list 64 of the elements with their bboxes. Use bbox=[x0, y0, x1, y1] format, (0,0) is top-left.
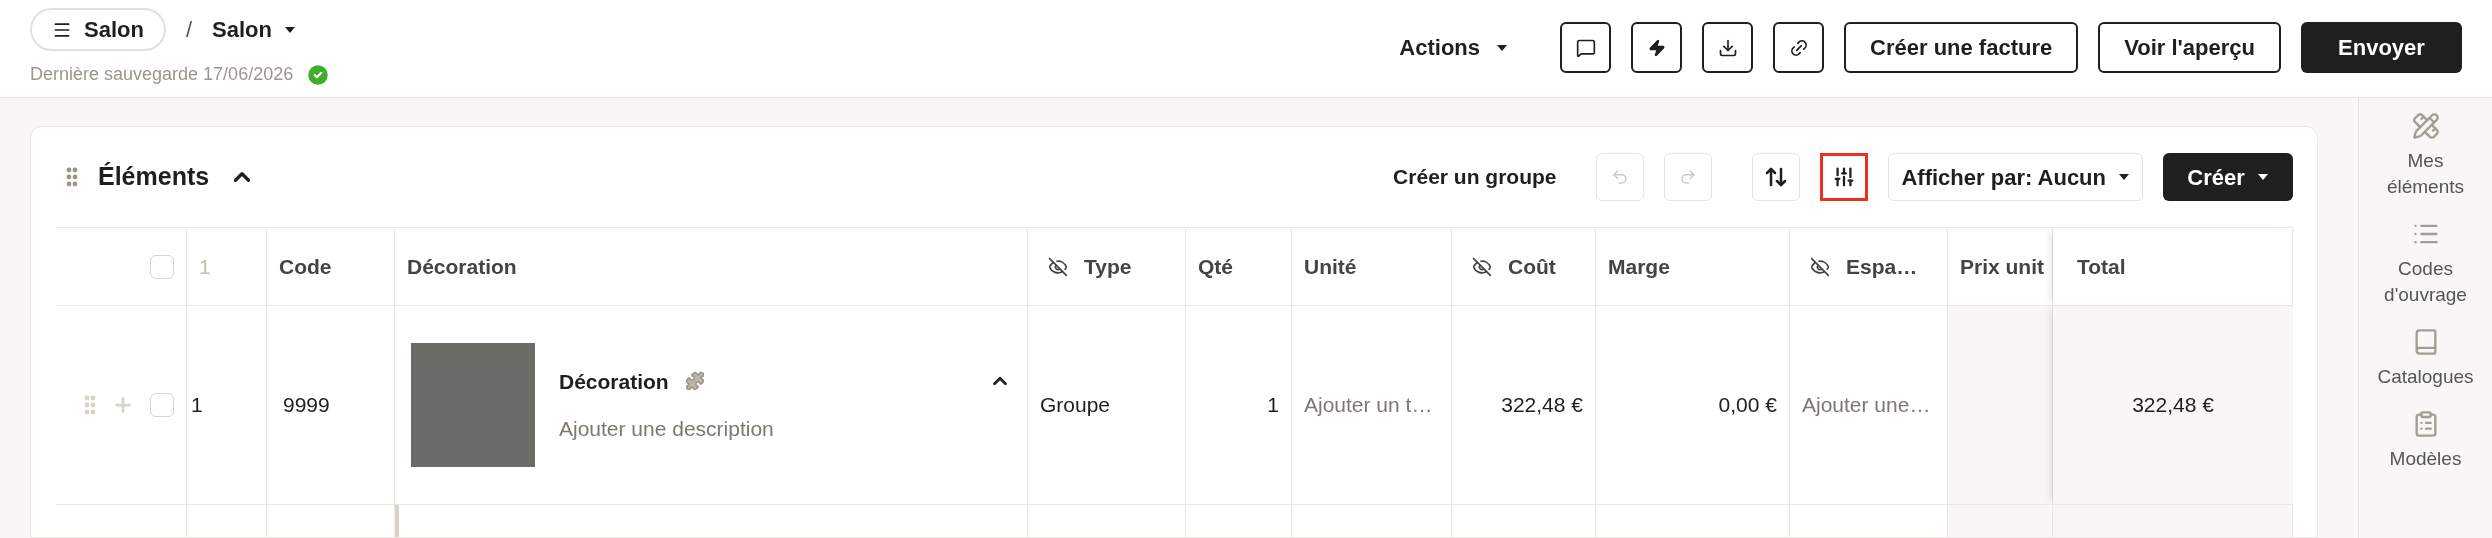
column-header: Décoration bbox=[407, 253, 517, 280]
space-field[interactable]: Ajouter une… bbox=[1802, 389, 1931, 421]
download-icon bbox=[1717, 37, 1738, 58]
eye-off-icon[interactable] bbox=[1048, 256, 1068, 277]
actions-dropdown[interactable]: Actions bbox=[1399, 31, 1509, 64]
column-header: Code bbox=[279, 253, 332, 280]
table-cell-text: 1 bbox=[1267, 392, 1279, 419]
column-settings-button[interactable] bbox=[1820, 153, 1869, 201]
sidebar-item[interactable]: Catalogues bbox=[2365, 328, 2486, 390]
comment-button[interactable] bbox=[1560, 22, 1612, 73]
caret-icon bbox=[2256, 173, 2269, 181]
drag-handle-icon[interactable] bbox=[66, 167, 78, 187]
column-header: Prix unit bbox=[1960, 253, 2044, 280]
sidebar-item[interactable]: Codes d'ouvrage bbox=[2365, 220, 2486, 308]
table-cell-text: Groupe bbox=[1040, 392, 1111, 419]
unit-field[interactable]: Ajouter un t… bbox=[1304, 389, 1433, 421]
pencil-ruler-icon bbox=[2411, 112, 2440, 140]
create-group-button[interactable]: Créer un groupe bbox=[1393, 161, 1557, 193]
caret-icon bbox=[1496, 43, 1509, 52]
sort-list-icon bbox=[1764, 165, 1789, 189]
link-button[interactable] bbox=[1773, 22, 1825, 73]
checkbox[interactable] bbox=[150, 254, 174, 279]
group-by-dropdown[interactable]: Afficher par: Aucun bbox=[1888, 153, 2143, 201]
redo-icon bbox=[1679, 168, 1698, 186]
section-title: Éléments bbox=[98, 161, 210, 193]
table-cell-text: 322,48 € bbox=[2132, 392, 2214, 419]
undo-icon bbox=[1611, 168, 1630, 186]
breadcrumb-dropdown[interactable]: Salon bbox=[212, 13, 296, 46]
table-cell-text: 322,48 € bbox=[1501, 392, 1583, 419]
breadcrumb-separator: / bbox=[185, 16, 193, 44]
column-header: Marge bbox=[1608, 253, 1670, 280]
checkbox[interactable] bbox=[150, 393, 174, 417]
sidebar-item[interactable]: Modèles bbox=[2365, 410, 2486, 472]
column-header: Coût bbox=[1508, 253, 1556, 280]
lightning-icon bbox=[1647, 38, 1666, 57]
action-button[interactable]: Voir l'aperçu bbox=[2098, 22, 2281, 73]
table-cell-text: 9999 bbox=[283, 392, 330, 419]
column-header: Espa… bbox=[1846, 253, 1918, 280]
caret-icon bbox=[283, 25, 296, 34]
create-button[interactable]: Créer bbox=[2163, 153, 2293, 201]
eye-off-icon[interactable] bbox=[1472, 256, 1492, 277]
description-field[interactable]: Ajouter une description bbox=[559, 413, 1011, 445]
column-header: Qté bbox=[1198, 253, 1233, 280]
drag-handle-icon[interactable] bbox=[84, 395, 96, 415]
comment-icon bbox=[1575, 37, 1596, 58]
download-button[interactable] bbox=[1702, 22, 1754, 73]
item-name: Décoration bbox=[559, 368, 669, 395]
table-cell-text: 0,00 € bbox=[1718, 392, 1777, 419]
row-height-button[interactable] bbox=[1752, 153, 1801, 201]
column-header: Type bbox=[1084, 253, 1132, 280]
puzzle-icon bbox=[684, 371, 705, 392]
caret-icon bbox=[2118, 173, 2130, 181]
save-status-text: Dernière sauvegarde 17/06/2026 bbox=[30, 63, 294, 86]
sidebar-item[interactable]: Mes éléments bbox=[2365, 112, 2486, 200]
menu-button[interactable]: Salon bbox=[30, 8, 166, 51]
column-header: Unité bbox=[1304, 253, 1357, 280]
sliders-icon bbox=[1833, 166, 1856, 188]
send-button[interactable]: Envoyer bbox=[2301, 22, 2462, 73]
eye-off-icon[interactable] bbox=[1810, 256, 1830, 277]
table-cell-text: 1 bbox=[191, 392, 203, 419]
action-button[interactable]: Créer une facture bbox=[1844, 22, 2079, 73]
column-header: 1 bbox=[199, 253, 211, 280]
lightning-button[interactable] bbox=[1631, 22, 1683, 73]
column-header: Total bbox=[2077, 253, 2126, 280]
